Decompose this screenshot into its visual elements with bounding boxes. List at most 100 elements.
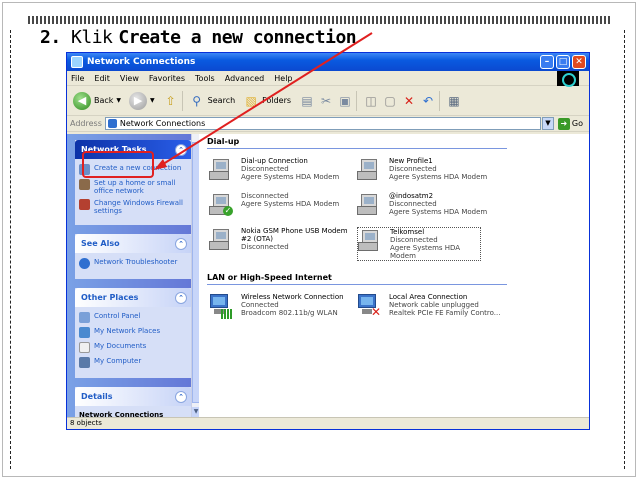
- network-places-icon: [79, 327, 90, 338]
- menu-view[interactable]: View: [120, 74, 139, 83]
- connection-name: Dial-up Connection: [241, 157, 308, 165]
- my-computer-link[interactable]: My Computer: [79, 357, 187, 368]
- control-panel-label: Control Panel: [94, 312, 141, 320]
- other-places-panel: Other Places ⌃ Control Panel My Network …: [75, 288, 191, 378]
- back-arrow-icon: ◀: [73, 91, 91, 110]
- menu-favorites[interactable]: Favorites: [149, 74, 185, 83]
- paste-icon[interactable]: ▣: [337, 93, 353, 109]
- my-network-places-label: My Network Places: [94, 327, 161, 335]
- my-documents-link[interactable]: My Documents: [79, 342, 187, 353]
- help-icon: [79, 258, 90, 269]
- menu-advanced[interactable]: Advanced: [225, 74, 265, 83]
- properties-icon[interactable]: ▢: [382, 93, 398, 109]
- collapse-chevron-icon[interactable]: ⌃: [175, 237, 187, 250]
- connection-name: Telkomsel: [390, 228, 425, 236]
- collapse-chevron-icon[interactable]: ⌃: [175, 143, 187, 156]
- minimize-button[interactable]: –: [540, 55, 554, 69]
- forward-dropdown-icon[interactable]: ▼: [150, 97, 155, 104]
- collapse-chevron-icon[interactable]: ⌃: [175, 390, 187, 403]
- connection-name: Nokia GSM Phone USB Modem #2 (OTA): [241, 227, 348, 243]
- folders-icon: ▧: [245, 93, 257, 108]
- undo-icon[interactable]: ↶: [420, 93, 436, 109]
- network-connections-icon: [71, 56, 83, 68]
- address-label: Address: [70, 119, 102, 128]
- connection-status: Disconnected: [241, 192, 289, 200]
- see-also-panel: See Also ⌃ Network Troubleshooter: [75, 234, 191, 279]
- move-to-icon[interactable]: ▤: [299, 93, 315, 109]
- setup-home-network-link[interactable]: Set up a home or small office network: [79, 179, 187, 195]
- maximize-button[interactable]: □: [556, 55, 570, 69]
- unplugged-x-icon: ✕: [371, 305, 382, 319]
- views-icon[interactable]: ▦: [446, 93, 462, 109]
- connection-status: Network cable unplugged: [389, 301, 479, 309]
- search-button[interactable]: ⚲ Search: [189, 93, 235, 109]
- delete-icon[interactable]: ✕: [401, 93, 417, 109]
- status-bar: 8 objects: [67, 417, 589, 429]
- connection-item[interactable]: ✕ Local Area Connection Network cable un…: [357, 293, 505, 319]
- toolbar-separator: [181, 90, 183, 111]
- up-folder-icon[interactable]: ⇧: [163, 93, 179, 109]
- connection-item[interactable]: @indosatm2 Disconnected Agere Systems HD…: [357, 192, 505, 218]
- windows-logo-icon: [557, 70, 579, 87]
- connection-device: Agere Systems HDA Modem: [389, 208, 488, 216]
- connection-name: @indosatm2: [389, 192, 434, 200]
- address-bar: Address Network Connections ▼ ➜ Go: [67, 116, 589, 132]
- connection-name: Wireless Network Connection: [241, 293, 344, 301]
- address-value: Network Connections: [119, 119, 206, 128]
- connection-device: Agere Systems HDA Modem: [241, 200, 340, 208]
- my-computer-label: My Computer: [94, 357, 142, 365]
- modem-connection-icon: [209, 227, 235, 253]
- details-header[interactable]: Details ⌃: [75, 387, 191, 406]
- modem-connection-icon: [209, 157, 235, 183]
- wireless-connection-icon: [209, 293, 235, 319]
- connection-item[interactable]: ✓ Disconnected Agere Systems HDA Modem: [209, 192, 357, 218]
- my-network-places-link[interactable]: My Network Places: [79, 327, 187, 338]
- connection-name: Local Area Connection: [389, 293, 468, 301]
- address-dropdown-icon[interactable]: ▼: [541, 117, 554, 130]
- modem-connection-icon: ✓: [209, 192, 235, 218]
- close-button[interactable]: ✕: [572, 55, 586, 69]
- connection-item-selected[interactable]: Telkomsel Disconnected Agere Systems HDA…: [357, 227, 481, 261]
- forward-button[interactable]: ▶ ▼: [129, 91, 155, 110]
- address-input[interactable]: Network Connections: [104, 117, 541, 130]
- copy-icon[interactable]: ◫: [363, 93, 379, 109]
- search-icon: ⚲: [192, 93, 202, 108]
- connection-item[interactable]: Nokia GSM Phone USB Modem #2 (OTA) Disco…: [209, 227, 357, 261]
- menu-help[interactable]: Help: [274, 74, 292, 83]
- window-title: Network Connections: [87, 57, 196, 67]
- modem-connection-icon: [358, 228, 384, 254]
- other-places-title: Other Places: [81, 293, 139, 302]
- menu-bar: File Edit View Favorites Tools Advanced …: [67, 70, 589, 87]
- collapse-chevron-icon[interactable]: ⌃: [175, 291, 187, 304]
- connection-item[interactable]: New Profile1 Disconnected Agere Systems …: [357, 157, 505, 183]
- change-firewall-link[interactable]: Change Windows Firewall settings: [79, 199, 187, 215]
- modem-connection-icon: [357, 192, 383, 218]
- step-action: Create a new connection: [118, 27, 357, 48]
- network-troubleshooter-link[interactable]: Network Troubleshooter: [79, 258, 187, 269]
- menu-tools[interactable]: Tools: [195, 74, 215, 83]
- modem-connection-icon: [357, 157, 383, 183]
- connection-status: Connected: [241, 301, 279, 309]
- toolbar-separator: [356, 90, 358, 111]
- network-connections-icon: [107, 119, 117, 128]
- menu-edit[interactable]: Edit: [94, 74, 110, 83]
- go-button[interactable]: ➜ Go: [557, 117, 583, 130]
- connection-item[interactable]: Dial-up Connection Disconnected Agere Sy…: [209, 157, 357, 183]
- control-panel-link[interactable]: Control Panel: [79, 312, 187, 323]
- connection-device: Agere Systems HDA Modem: [389, 173, 488, 181]
- back-dropdown-icon[interactable]: ▼: [116, 97, 121, 104]
- see-also-header[interactable]: See Also ⌃: [75, 234, 191, 253]
- lan-connection-icon: ✕: [357, 293, 383, 319]
- folders-button[interactable]: ▧ Folders: [243, 93, 291, 109]
- menu-file[interactable]: File: [71, 74, 84, 83]
- network-troubleshooter-label: Network Troubleshooter: [94, 258, 178, 266]
- notebook-margin-right: [624, 30, 628, 469]
- connection-item[interactable]: Wireless Network Connection Connected Br…: [209, 293, 357, 319]
- folders-label: Folders: [262, 96, 292, 105]
- copy-to-icon[interactable]: ✂: [318, 93, 334, 109]
- title-bar[interactable]: Network Connections – □ ✕: [67, 53, 589, 71]
- notebook-margin-left: [10, 30, 14, 469]
- other-places-header[interactable]: Other Places ⌃: [75, 288, 191, 307]
- connection-device: Agere Systems HDA Modem: [241, 173, 340, 181]
- back-button[interactable]: ◀ Back ▼: [73, 91, 121, 110]
